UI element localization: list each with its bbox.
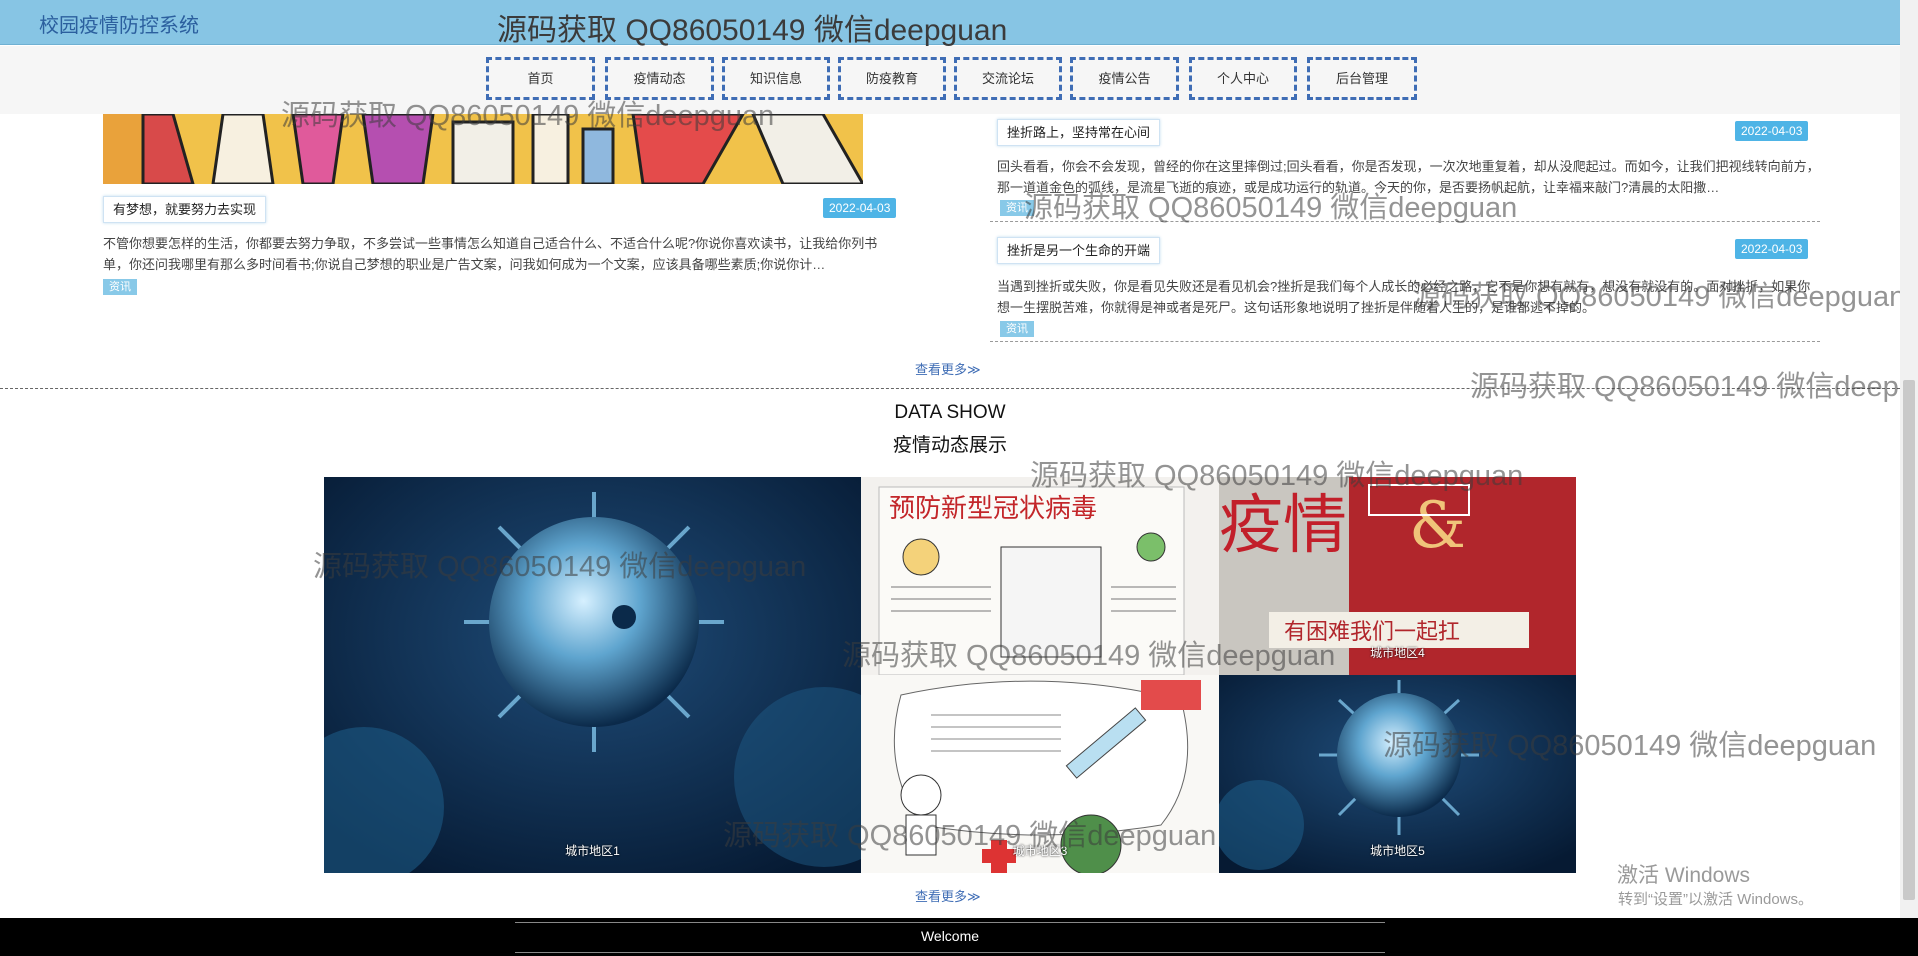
gallery-label: 城市地区4 [1370, 646, 1425, 660]
footer-divider [515, 922, 1385, 923]
section-title-cn: 疫情动态展示 [892, 435, 1007, 456]
banner-watermark: 源码获取 QQ86050149 微信deepguan [497, 14, 1008, 47]
windows-activation-subtitle: 转到“设置”以激活 Windows。 [1618, 891, 1814, 908]
page-scrollbar[interactable] [1900, 0, 1918, 956]
news-title[interactable]: 挫折是另一个生命的开端 [997, 237, 1161, 264]
gallery-item[interactable]: 城市地区3 [861, 675, 1219, 873]
gallery-label: 城市地区1 [565, 844, 620, 858]
footer-divider [515, 952, 1385, 953]
nav-knowledge[interactable]: 知识信息 [722, 57, 830, 100]
watermark-text: 源码获取 QQ86050149 微信deepguan [1470, 371, 1918, 403]
gallery-item[interactable]: 城市地区1 [324, 477, 861, 873]
nav-home[interactable]: 首页 [486, 57, 595, 100]
news-summary: 回头看看，你会不会发现，曾经的你在这里摔倒过;回头看看，你是否发现，一次次地重复… [997, 159, 1820, 195]
windows-activation-title: 激活 Windows [1617, 864, 1751, 887]
news-tag[interactable]: 资讯 [1000, 200, 1034, 216]
top-bar: 校园疫情防控系统 源码获取 QQ86050149 微信deepguan [0, 0, 1900, 47]
gallery-more-link[interactable]: 查看更多≫ [915, 886, 981, 905]
gallery-label: 城市地区3 [1012, 844, 1068, 858]
nav-education[interactable]: 防疫教育 [838, 57, 946, 100]
footer-welcome: Welcome [920, 928, 980, 944]
gallery-item[interactable]: 城市地区5 [1219, 675, 1576, 873]
news-date: 2022-04-03 [823, 198, 897, 218]
virus-image [324, 477, 861, 873]
news-tag[interactable]: 资讯 [103, 279, 137, 295]
news-summary: 不管你想要怎样的生活，你都要去努力争取，不多尝试一些事情怎么知道自己适合什么、不… [103, 236, 878, 272]
svg-text:有困难我们一起扛: 有困难我们一起扛 [1284, 620, 1460, 645]
news-date: 2022-04-03 [1735, 121, 1809, 141]
footer: Welcome [0, 918, 1918, 956]
gallery-label: 城市地区5 [1370, 844, 1425, 858]
news-cover-image[interactable] [103, 114, 900, 184]
news-title[interactable]: 挫折路上，坚持常在心间 [997, 119, 1161, 146]
nav-epidemic-news[interactable]: 疫情动态 [605, 57, 714, 100]
news-date: 2022-04-03 [1735, 239, 1809, 259]
main-nav: 首页 疫情动态 知识信息 防疫教育 交流论坛 疫情公告 个人中心 后台管理 [0, 46, 1900, 114]
poster-image: 预防新型冠状病毒 [861, 477, 1219, 675]
nav-personal-center[interactable]: 个人中心 [1189, 57, 1297, 100]
svg-text:疫情: 疫情 [1219, 489, 1347, 563]
news-divider [990, 221, 1820, 222]
nav-admin[interactable]: 后台管理 [1307, 57, 1417, 100]
nav-forum[interactable]: 交流论坛 [954, 57, 1062, 100]
news-summary: 当遇到挫折或失败，你是看见失败还是看见机会?挫折是我们每个人成长的必经之路，它不… [997, 279, 1811, 315]
nav-announcement[interactable]: 疫情公告 [1070, 57, 1179, 100]
news-more-link[interactable]: 查看更多≫ [915, 359, 981, 378]
news-title[interactable]: 有梦想，就要努力去实现 [103, 196, 267, 223]
news-tag[interactable]: 资讯 [1000, 321, 1034, 337]
gallery-item[interactable]: 预防新型冠状病毒 [861, 477, 1219, 675]
svg-text:预防新型冠状病毒: 预防新型冠状病毒 [889, 494, 1097, 524]
scrollbar-thumb[interactable] [1903, 380, 1915, 900]
section-divider [0, 388, 1900, 389]
gallery-item[interactable]: 疫情 & 有困难我们一起扛 城市地区4 [1219, 477, 1576, 675]
news-divider [990, 341, 1820, 342]
app-title[interactable]: 校园疫情防控系统 [39, 9, 199, 38]
svg-text:&: & [1409, 489, 1466, 563]
section-title-en: DATA SHOW [894, 402, 1006, 423]
